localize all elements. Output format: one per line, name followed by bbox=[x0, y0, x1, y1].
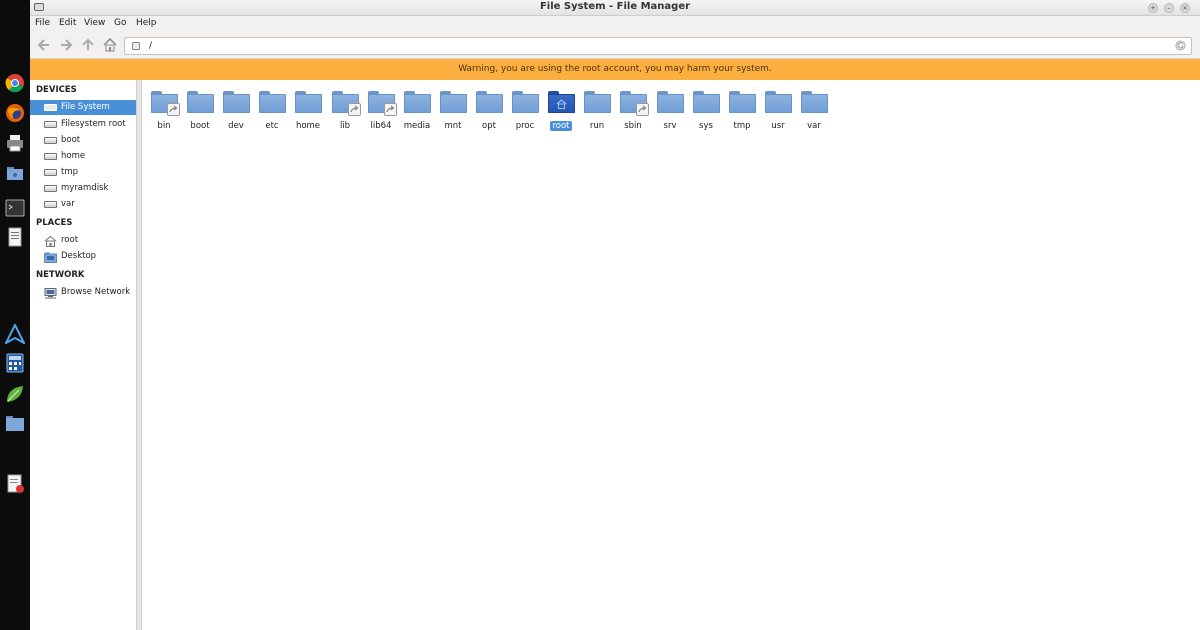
desktop-folder-icon bbox=[44, 252, 57, 263]
file-manager-window: File System - File Manager + – × File Ed… bbox=[30, 0, 1200, 630]
firefox-icon[interactable] bbox=[4, 102, 26, 124]
drive-icon bbox=[44, 137, 57, 144]
folder-icon bbox=[151, 91, 180, 116]
sidebar-item-boot[interactable]: boot bbox=[30, 133, 136, 148]
menu-file[interactable]: File bbox=[35, 18, 50, 28]
chrome-icon[interactable] bbox=[4, 72, 26, 94]
drive-icon bbox=[44, 201, 57, 208]
drive-icon bbox=[44, 169, 57, 176]
folder-icon bbox=[765, 91, 792, 113]
symlink-arrow-icon bbox=[348, 103, 361, 116]
document-viewer-icon[interactable] bbox=[4, 473, 26, 495]
network-icon bbox=[44, 288, 57, 299]
folder-icon bbox=[801, 91, 828, 113]
arch-icon[interactable] bbox=[4, 323, 26, 345]
folder-icon bbox=[657, 91, 684, 113]
file-manager-icon[interactable] bbox=[4, 162, 26, 184]
forward-arrow-icon[interactable] bbox=[58, 37, 74, 53]
dock bbox=[0, 0, 30, 630]
folder-icon bbox=[223, 91, 250, 113]
sidebar-item-label: Filesystem root bbox=[61, 119, 126, 129]
folder-icon bbox=[404, 91, 431, 113]
folder-icon bbox=[368, 91, 397, 116]
titlebar[interactable]: File System - File Manager + – × bbox=[30, 0, 1200, 16]
folder-icon bbox=[584, 91, 611, 113]
sidebar-item-label: myramdisk bbox=[61, 183, 109, 193]
home-icon bbox=[44, 236, 57, 247]
sidebar-item-label: Desktop bbox=[61, 251, 97, 261]
symlink-arrow-icon bbox=[636, 103, 649, 116]
folder-icon bbox=[729, 91, 756, 113]
home-icon bbox=[556, 99, 567, 109]
sidebar-item-tmp[interactable]: tmp bbox=[30, 165, 136, 180]
sidebar-item-myramdisk[interactable]: myramdisk bbox=[30, 181, 136, 196]
sidebar-item-file-system[interactable]: File System bbox=[30, 100, 136, 115]
network-heading: NETWORK bbox=[36, 270, 85, 280]
terminal-icon[interactable] bbox=[4, 197, 26, 219]
sidebar-item-label: root bbox=[61, 235, 79, 245]
window-title: File System - File Manager bbox=[539, 1, 691, 12]
symlink-arrow-icon bbox=[167, 103, 180, 116]
file-view: bin boot dev etc home lib lib64 media mn… bbox=[142, 80, 1200, 630]
location-path[interactable]: / bbox=[149, 41, 152, 51]
close-icon[interactable]: × bbox=[1180, 3, 1190, 13]
folder-icon bbox=[512, 91, 539, 113]
menubar: File Edit View Go Help bbox=[30, 16, 1200, 31]
sidebar-item-filesystem-root[interactable]: Filesystem root bbox=[30, 117, 136, 132]
symlink-arrow-icon bbox=[384, 103, 397, 116]
back-arrow-icon[interactable] bbox=[36, 37, 52, 53]
folder-item-var[interactable]: var bbox=[796, 90, 832, 134]
sidebar-item-label: Browse Network bbox=[61, 287, 131, 297]
drive-icon bbox=[44, 104, 57, 111]
calculator-icon[interactable] bbox=[4, 352, 26, 374]
printer-icon[interactable] bbox=[4, 132, 26, 154]
folder-icon bbox=[476, 91, 503, 113]
folder-icon bbox=[620, 91, 649, 116]
menu-edit[interactable]: Edit bbox=[59, 18, 76, 28]
sidebar-item-label: var bbox=[61, 199, 75, 209]
folder-icon bbox=[295, 91, 322, 113]
sidebar-item-label: tmp bbox=[61, 167, 79, 177]
sidebar-item-var[interactable]: var bbox=[30, 197, 136, 212]
menu-help[interactable]: Help bbox=[136, 18, 157, 28]
minimize-icon[interactable]: – bbox=[1164, 3, 1174, 13]
sidebar-item-label: File System bbox=[61, 102, 110, 112]
places-heading: PLACES bbox=[36, 218, 73, 228]
folder-icon bbox=[440, 91, 467, 113]
folder-icon bbox=[259, 91, 286, 113]
menu-view[interactable]: View bbox=[84, 18, 105, 28]
leaf-icon[interactable] bbox=[4, 383, 26, 405]
sidebar-item-browse-network[interactable]: Browse Network bbox=[30, 285, 136, 300]
drive-icon bbox=[132, 42, 140, 50]
sidebar-item-home[interactable]: home bbox=[30, 149, 136, 164]
text-editor-icon[interactable] bbox=[4, 226, 26, 248]
file-name: var bbox=[807, 121, 821, 131]
folder-icon bbox=[332, 91, 361, 116]
folder-icon bbox=[693, 91, 720, 113]
sidebar-item-root[interactable]: root bbox=[30, 233, 136, 248]
devices-heading: DEVICES bbox=[36, 85, 77, 95]
sidebar-item-desktop[interactable]: Desktop bbox=[30, 249, 136, 264]
root-warning-banner: Warning, you are using the root account,… bbox=[30, 59, 1200, 80]
home-folder-icon bbox=[548, 91, 575, 113]
home-icon[interactable] bbox=[102, 37, 118, 53]
location-bar[interactable]: / bbox=[124, 37, 1192, 55]
reload-icon[interactable] bbox=[1175, 40, 1186, 51]
menu-go[interactable]: Go bbox=[114, 18, 126, 28]
drive-icon bbox=[44, 121, 57, 128]
drive-icon bbox=[44, 185, 57, 192]
sidebar: DEVICES File System Filesystem root boot… bbox=[30, 80, 136, 630]
folder-icon bbox=[187, 91, 214, 113]
folder-icon[interactable] bbox=[4, 412, 26, 434]
sidebar-item-label: home bbox=[61, 151, 86, 161]
up-arrow-icon[interactable] bbox=[80, 37, 96, 53]
sidebar-item-label: boot bbox=[61, 135, 81, 145]
maximize-icon[interactable]: + bbox=[1148, 3, 1158, 13]
drive-icon bbox=[44, 153, 57, 160]
